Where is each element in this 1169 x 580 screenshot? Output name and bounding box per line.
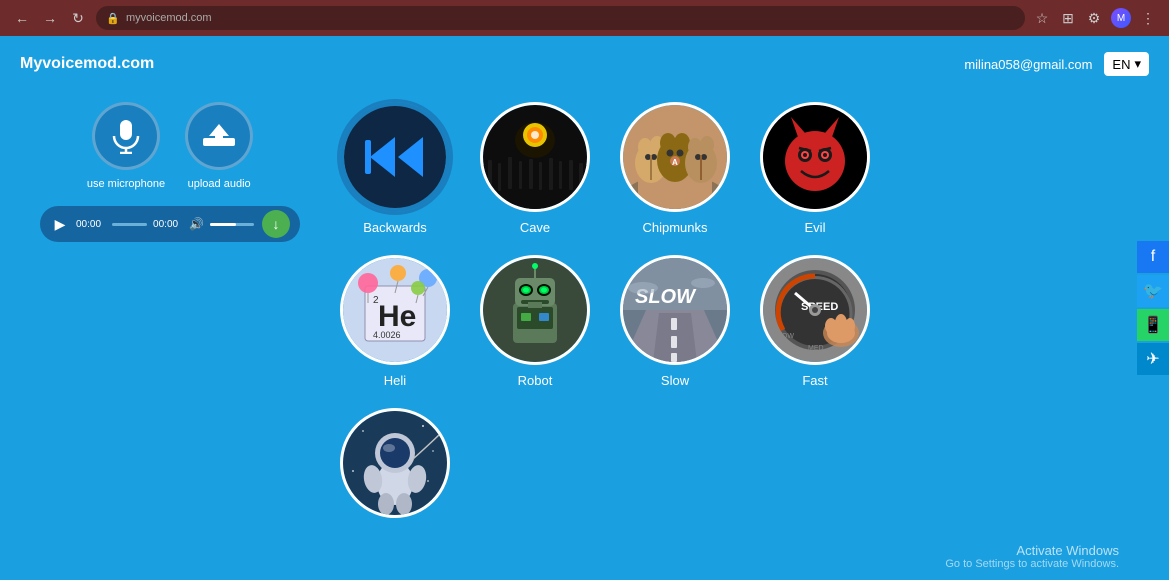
lang-text: EN <box>1112 57 1130 72</box>
astronaut-image <box>340 408 450 518</box>
robot-svg <box>483 258 587 362</box>
svg-text:A: A <box>672 158 678 167</box>
upload-label: upload audio <box>188 178 251 190</box>
svg-text:4.0026: 4.0026 <box>373 330 401 340</box>
upload-audio-button[interactable]: upload audio <box>185 102 253 190</box>
reload-button[interactable]: ↻ <box>68 8 88 28</box>
whatsapp-button[interactable]: 📱 <box>1137 309 1169 341</box>
forward-button[interactable]: → <box>40 8 60 28</box>
facebook-button[interactable]: f <box>1137 241 1169 273</box>
mic-label: use microphone <box>87 178 165 190</box>
robot-label: Robot <box>518 373 553 388</box>
top-bar: Myvoicemod.com milina058@gmail.com EN ▾ <box>0 36 1169 92</box>
audio-controls-top: use microphone upload audio <box>87 102 253 190</box>
chipmunks-label: Chipmunks <box>642 220 707 235</box>
time-current: 00:00 <box>76 219 106 230</box>
chipmunks-svg: A <box>623 105 727 209</box>
cave-svg <box>483 105 587 209</box>
twitter-icon: 🐦 <box>1143 281 1163 301</box>
app-container: Myvoicemod.com milina058@gmail.com EN ▾ <box>0 36 1169 580</box>
main-content: use microphone upload audio ▶ 00:00 <box>0 92 1169 580</box>
top-right: milina058@gmail.com EN ▾ <box>964 52 1149 76</box>
social-sidebar: f 🐦 📱 ✈ <box>1137 241 1169 375</box>
profile-avatar[interactable]: M <box>1111 8 1131 28</box>
fast-image: SPEED LOW MED HI <box>760 255 870 365</box>
whatsapp-icon: 📱 <box>1143 315 1163 335</box>
backwards-label: Backwards <box>363 220 427 235</box>
mic-circle <box>92 102 160 170</box>
voice-card-backwards[interactable]: Backwards <box>340 102 450 235</box>
slow-label: Slow <box>661 373 689 388</box>
user-email: milina058@gmail.com <box>964 57 1092 72</box>
fast-svg: SPEED LOW MED HI <box>763 258 867 362</box>
activate-sub: Go to Settings to activate Windows. <box>945 558 1119 570</box>
voice-card-robot[interactable]: Robot <box>480 255 590 388</box>
evil-label: Evil <box>805 220 826 235</box>
upload-icon <box>201 122 237 150</box>
progress-track[interactable] <box>112 223 147 226</box>
left-panel: use microphone upload audio ▶ 00:00 <box>20 92 320 580</box>
heli-label: Heli <box>384 373 406 388</box>
voice-card-cave[interactable]: Cave <box>480 102 590 235</box>
svg-text:He: He <box>378 300 416 333</box>
cave-label: Cave <box>520 220 550 235</box>
time-total: 00:00 <box>153 219 183 230</box>
voices-row-1: Backwards <box>340 102 1129 235</box>
star-icon[interactable]: ☆ <box>1033 9 1051 27</box>
menu-icon[interactable]: ⋮ <box>1139 9 1157 27</box>
volume-button[interactable]: 🔊 <box>189 217 204 231</box>
download-button[interactable]: ↓ <box>262 210 290 238</box>
windows-activate: Activate Windows Go to Settings to activ… <box>945 543 1119 570</box>
voice-card-fast[interactable]: SPEED LOW MED HI <box>760 255 870 388</box>
astronaut-svg <box>343 411 447 515</box>
activate-title: Activate Windows <box>945 543 1119 558</box>
url-bar[interactable]: 🔒 myvoicemod.com <box>96 6 1025 30</box>
cave-image <box>480 102 590 212</box>
browser-chrome: ← → ↻ 🔒 myvoicemod.com ☆ ⊞ ⚙ M ⋮ <box>0 0 1169 36</box>
mic-icon <box>110 118 142 154</box>
microphone-button[interactable]: use microphone <box>87 102 165 190</box>
heli-svg: 2 He 4.0026 <box>343 258 447 362</box>
extension-icon[interactable]: ⊞ <box>1059 9 1077 27</box>
voice-card-slow[interactable]: SLOW Slow <box>620 255 730 388</box>
telegram-button[interactable]: ✈ <box>1137 343 1169 375</box>
browser-icons: ☆ ⊞ ⚙ M ⋮ <box>1033 8 1157 28</box>
voice-card-astronaut[interactable] <box>340 408 450 526</box>
volume-track[interactable] <box>210 223 254 226</box>
player-bar: ▶ 00:00 00:00 🔊 ↓ <box>40 206 300 242</box>
upload-circle <box>185 102 253 170</box>
volume-fill <box>210 223 236 226</box>
backwards-image <box>340 102 450 212</box>
settings-icon[interactable]: ⚙ <box>1085 9 1103 27</box>
evil-svg <box>763 105 867 209</box>
voice-card-evil[interactable]: Evil <box>760 102 870 235</box>
chipmunks-image: A <box>620 102 730 212</box>
back-button[interactable]: ← <box>12 8 32 28</box>
play-button[interactable]: ▶ <box>50 214 70 234</box>
voice-card-chipmunks[interactable]: A Chipmunks <box>620 102 730 235</box>
heli-image: 2 He 4.0026 <box>340 255 450 365</box>
url-text: myvoicemod.com <box>106 12 212 24</box>
voices-row-3 <box>340 408 1129 526</box>
site-logo: Myvoicemod.com <box>20 55 154 73</box>
voice-card-heli[interactable]: 2 He 4.0026 <box>340 255 450 388</box>
rewind-icon <box>365 132 425 182</box>
lang-dropdown[interactable]: EN ▾ <box>1104 52 1149 76</box>
robot-image <box>480 255 590 365</box>
svg-text:LOW: LOW <box>778 333 794 340</box>
voices-panel: Backwards <box>320 92 1149 580</box>
twitter-button[interactable]: 🐦 <box>1137 275 1169 307</box>
telegram-icon: ✈ <box>1146 349 1159 369</box>
svg-text:MED: MED <box>808 345 824 352</box>
evil-image <box>760 102 870 212</box>
voices-row-2: 2 He 4.0026 <box>340 255 1129 388</box>
chevron-down-icon: ▾ <box>1134 56 1141 72</box>
slow-svg: SLOW <box>623 258 727 362</box>
fast-label: Fast <box>802 373 827 388</box>
facebook-icon: f <box>1151 248 1155 266</box>
slow-image: SLOW <box>620 255 730 365</box>
